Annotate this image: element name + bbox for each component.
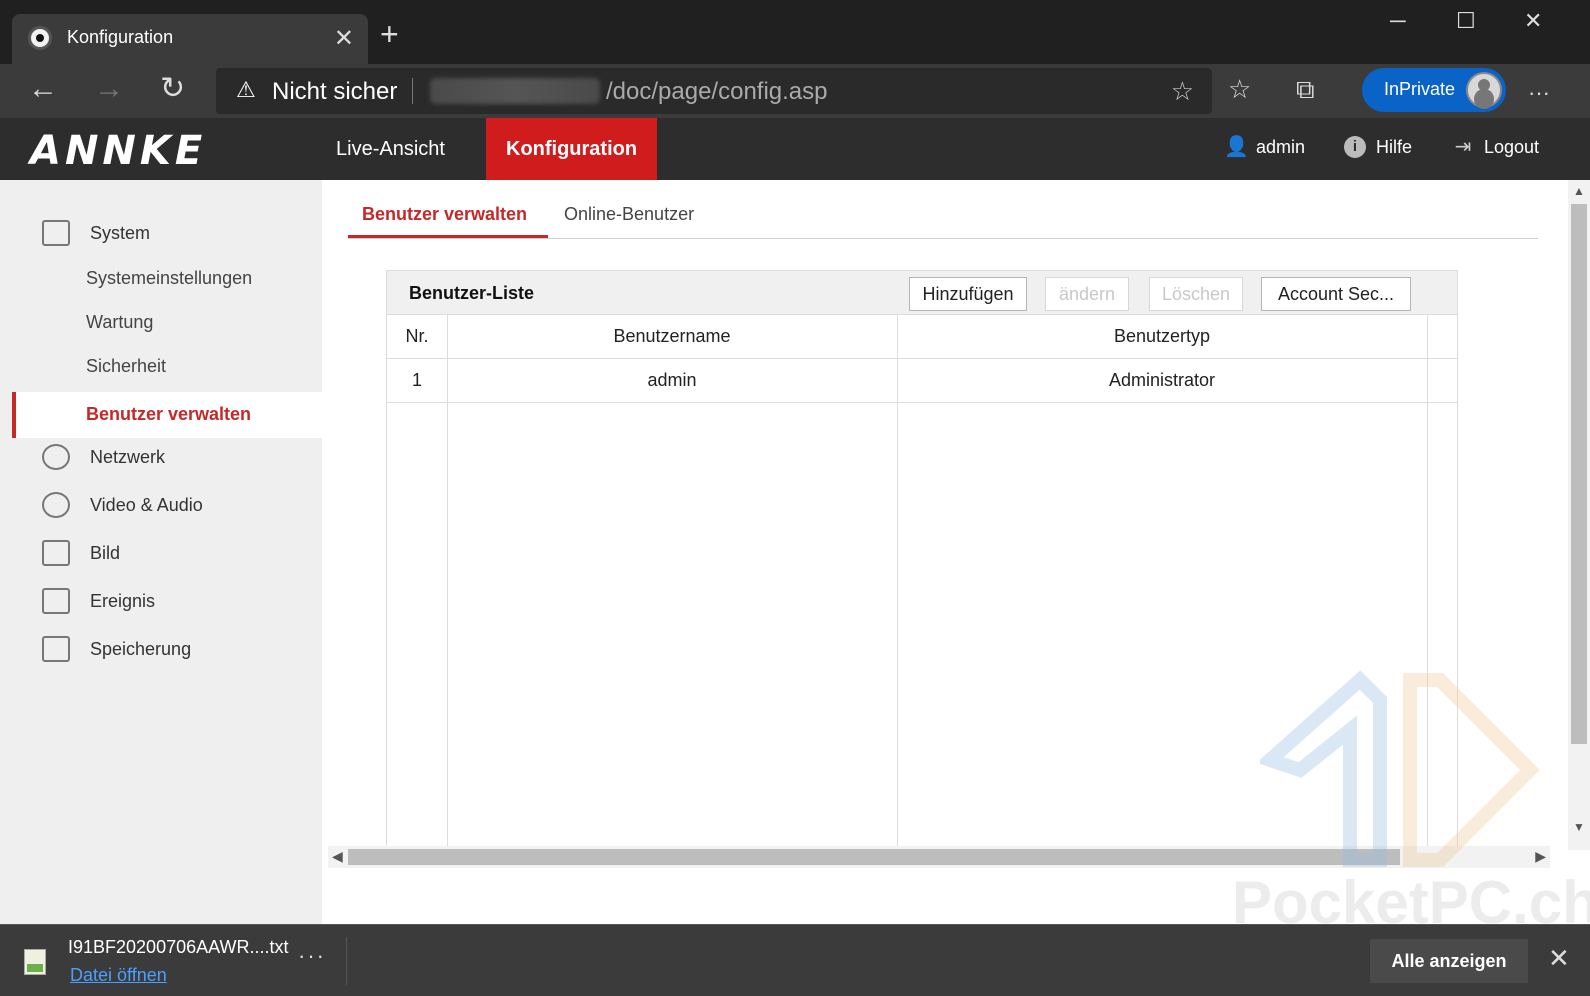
scroll-down-icon[interactable]: ▼ [1573, 820, 1585, 834]
account-security-button[interactable]: Account Sec... [1261, 277, 1411, 311]
browser-tab[interactable]: Konfiguration ✕ [12, 14, 368, 64]
vertical-scroll-thumb[interactable] [1571, 204, 1587, 744]
new-tab-icon[interactable]: + [380, 18, 399, 50]
sidebar-item-wartung[interactable]: Wartung [86, 312, 153, 333]
sidebar-label: Video & Audio [90, 494, 203, 515]
image-icon [42, 540, 70, 566]
forward-icon: → [94, 72, 124, 105]
active-tab-indicator [348, 235, 548, 238]
url-field[interactable]: ⚠ Nicht sicher /doc/page/config.asp ☆ [216, 68, 1212, 114]
vertical-scrollbar[interactable]: ▲ ▼ [1568, 180, 1590, 850]
sidebar-item-video-audio[interactable]: Video & Audio [42, 492, 203, 518]
add-user-button[interactable]: Hinzufügen [909, 277, 1027, 311]
download-file-name[interactable]: I91BF20200706AAWR....txt [68, 937, 288, 958]
inprivate-button[interactable]: InPrivate [1362, 68, 1506, 112]
page-body: System Systemeinstellungen Wartung Siche… [0, 180, 1590, 936]
minimize-icon[interactable]: ─ [1390, 8, 1406, 34]
tab-title: Konfiguration [67, 27, 174, 47]
tabs-divider [348, 238, 1538, 239]
security-label[interactable]: Nicht sicher [272, 78, 397, 106]
add-favorite-icon[interactable]: ☆ [1171, 76, 1194, 107]
logout-icon: ⇥ [1454, 136, 1472, 158]
user-icon: 👤 [1224, 136, 1249, 158]
close-download-bar-icon[interactable]: ✕ [1548, 943, 1570, 974]
app-header: ANNKE Live-Ansicht Konfiguration 👤 admin… [0, 118, 1590, 180]
column-header-nr: Nr. [405, 326, 429, 346]
globe-icon [42, 444, 70, 470]
column-divider [447, 315, 448, 851]
scroll-up-icon[interactable]: ▲ [1573, 184, 1585, 198]
microphone-icon [42, 492, 70, 518]
annke-logo: ANNKE [30, 128, 207, 174]
sidebar-label: System [90, 222, 151, 243]
sidebar: System Systemeinstellungen Wartung Siche… [0, 180, 322, 924]
sidebar-item-system[interactable]: System [42, 220, 150, 246]
inprivate-label: InPrivate [1384, 79, 1456, 99]
user-name: admin [1256, 136, 1306, 157]
sidebar-label: Benutzer verwalten [86, 404, 252, 424]
system-icon [42, 220, 70, 246]
blurred-host [430, 78, 600, 104]
tab-benutzer-verwalten[interactable]: Benutzer verwalten [362, 204, 527, 225]
column-header-usertype: Benutzertyp [1113, 326, 1211, 346]
download-separator [346, 937, 347, 985]
logout-link[interactable]: ⇥ Logout [1452, 136, 1539, 158]
nav-live-view[interactable]: Live-Ansicht [316, 118, 465, 180]
sidebar-label: Ereignis [90, 590, 156, 611]
row-nr: 1 [411, 370, 422, 390]
help-link[interactable]: i Hilfe [1344, 136, 1412, 158]
horizontal-scroll-thumb[interactable] [348, 849, 1400, 865]
collections-icon[interactable]: ⧉ [1296, 74, 1315, 104]
refresh-icon[interactable]: ↻ [160, 74, 185, 104]
close-tab-icon[interactable]: ✕ [334, 24, 354, 53]
edit-user-button: ändern [1045, 277, 1129, 311]
more-menu-icon[interactable]: ··· [1528, 78, 1550, 108]
row-usertype: Administrator [1108, 370, 1216, 390]
sidebar-label: Speicherung [90, 638, 192, 659]
close-window-icon[interactable]: ✕ [1524, 8, 1542, 34]
save-disk-icon [42, 636, 70, 662]
nav-configuration[interactable]: Konfiguration [486, 118, 658, 180]
tab-online-benutzer[interactable]: Online-Benutzer [564, 204, 694, 225]
logout-label: Logout [1484, 136, 1540, 157]
sidebar-label: Netzwerk [90, 446, 166, 467]
download-more-icon[interactable]: ··· [298, 943, 326, 969]
back-icon[interactable]: ← [28, 74, 58, 104]
sidebar-item-speicherung[interactable]: Speicherung [42, 636, 191, 662]
show-all-button[interactable]: Alle anzeigen [1370, 939, 1528, 983]
favorites-icon[interactable]: ☆ [1228, 74, 1251, 104]
sidebar-item-netzwerk[interactable]: Netzwerk [42, 444, 165, 470]
text-file-icon [24, 949, 46, 975]
user-list-toolbar: Benutzer-Liste Hinzufügen ändern Löschen… [387, 271, 1457, 315]
help-label: Hilfe [1376, 136, 1413, 157]
url-separator [412, 78, 413, 104]
column-divider [897, 315, 898, 851]
table-row[interactable]: 1 admin Administrator [387, 359, 1457, 403]
warning-icon: ⚠ [236, 77, 256, 102]
table-header-row: Nr. Benutzername Benutzertyp [387, 315, 1457, 359]
sidebar-item-ereignis[interactable]: Ereignis [42, 588, 155, 614]
user-list-title: Benutzer-Liste [409, 283, 535, 303]
browser-tab-strip: Konfiguration ✕ + ─ ☐ ✕ [0, 0, 1590, 64]
download-bar: I91BF20200706AAWR....txt Datei öffnen ··… [0, 924, 1590, 996]
maximize-icon[interactable]: ☐ [1456, 8, 1476, 34]
sidebar-item-systemeinstellungen[interactable]: Systemeinstellungen [86, 268, 252, 289]
column-header-username: Benutzername [613, 326, 731, 346]
profile-avatar [1466, 72, 1502, 108]
row-username: admin [647, 370, 697, 390]
sidebar-item-benutzer-verwalten[interactable]: Benutzer verwalten [12, 392, 322, 438]
url-path: /doc/page/config.asp [606, 78, 828, 105]
info-icon: i [1344, 136, 1366, 158]
watermark-logo [1260, 670, 1540, 867]
scroll-left-icon[interactable]: ◀ [332, 848, 343, 865]
sidebar-item-bild[interactable]: Bild [42, 540, 120, 566]
user-menu[interactable]: 👤 admin [1224, 136, 1305, 158]
camera-favicon-icon [28, 26, 52, 50]
sidebar-item-sicherheit[interactable]: Sicherheit [86, 356, 166, 377]
delete-user-button: Löschen [1149, 277, 1243, 311]
sidebar-label: Bild [90, 542, 121, 563]
open-file-link[interactable]: Datei öffnen [70, 965, 167, 986]
calendar-icon [42, 588, 70, 614]
address-bar-row: ← → ↻ ⚠ Nicht sicher /doc/page/config.as… [0, 64, 1590, 118]
